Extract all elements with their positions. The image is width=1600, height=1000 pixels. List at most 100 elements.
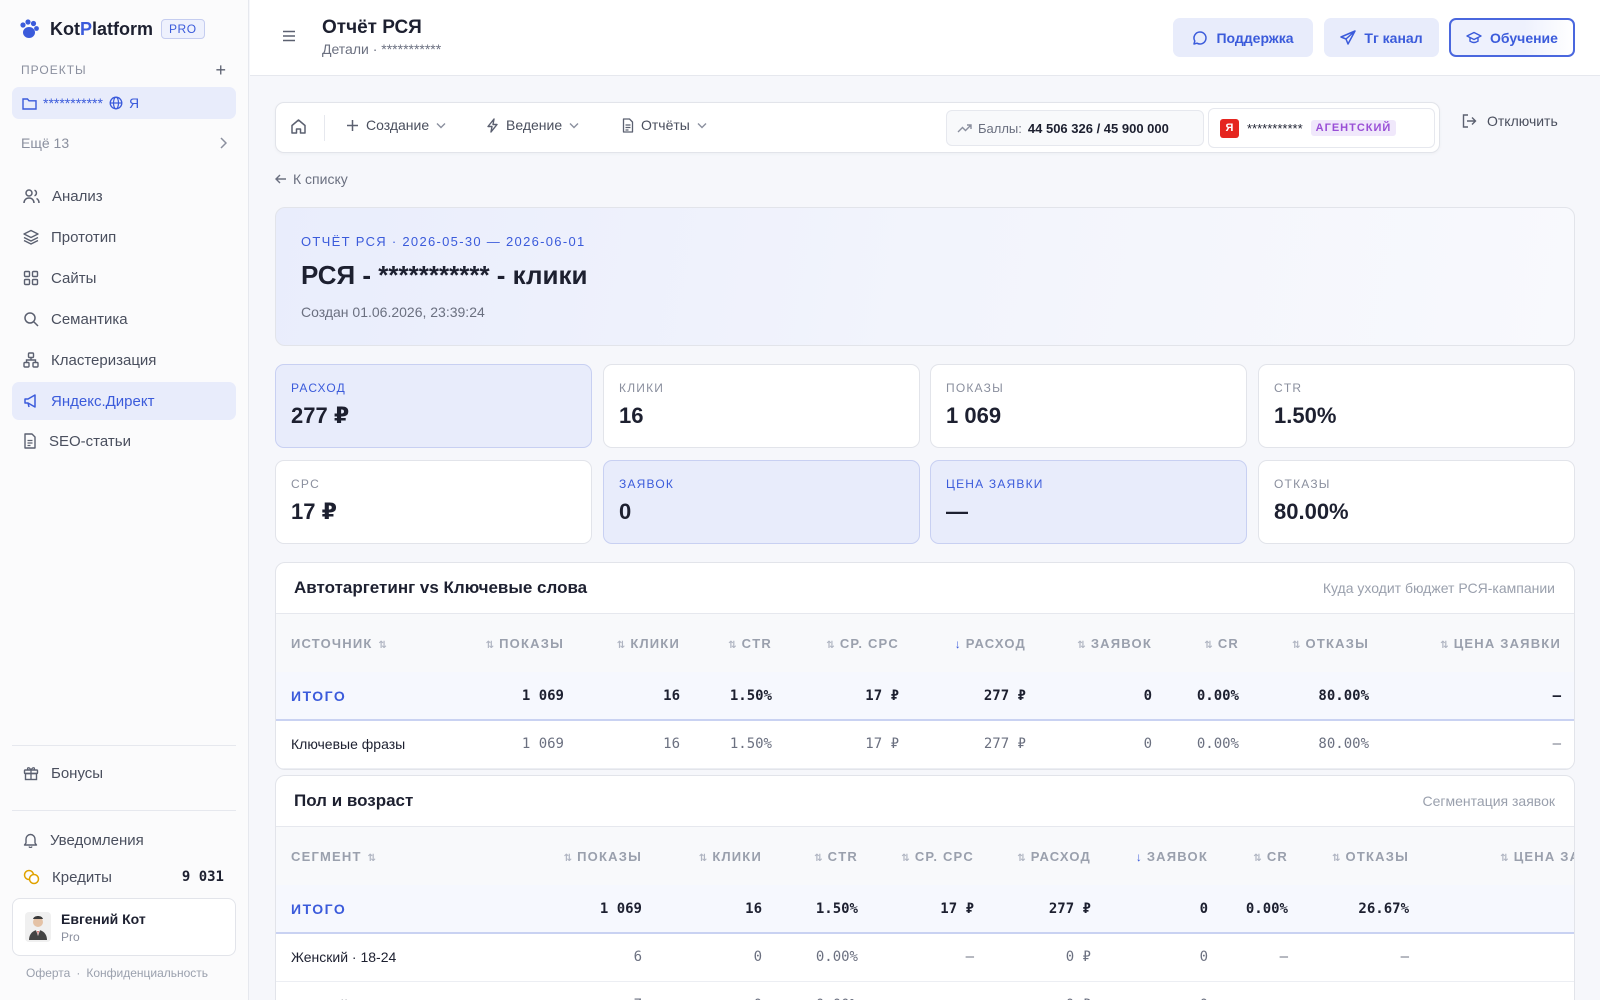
ad-account-selector[interactable]: Я *********** АГЕНТСКИЙ xyxy=(1208,108,1435,148)
column-header[interactable]: ⇅ ПОКАЗЫ xyxy=(451,614,579,672)
column-header[interactable]: ⇅ CTR xyxy=(777,827,873,885)
table-cell: 17 ₽ xyxy=(787,720,914,769)
more-projects[interactable]: Ещё 13 xyxy=(21,131,227,155)
sidebar-item-sites[interactable]: Сайты xyxy=(12,259,236,297)
table-cell: Ключевые фразы xyxy=(276,720,451,769)
menu-icon[interactable] xyxy=(282,30,296,42)
table-cell: 6 xyxy=(521,933,657,982)
learning-button[interactable]: Обучение xyxy=(1449,18,1575,57)
sidebar-item-bonuses[interactable]: Бонусы xyxy=(12,754,236,792)
back-to-list-link[interactable]: К списку xyxy=(275,171,348,187)
balance-indicator: Баллы: 44 506 326 / 45 900 000 xyxy=(946,110,1204,146)
sort-icon: ⇅ xyxy=(1017,852,1026,864)
table-cell: 0.00% xyxy=(1223,885,1303,934)
yandex-logo-icon: Я xyxy=(1220,118,1239,138)
table-cell: 0.00% xyxy=(1167,672,1254,721)
manage-menu[interactable]: Ведение xyxy=(486,117,579,133)
column-header[interactable]: ИСТОЧНИК ⇅ xyxy=(276,614,451,672)
table-cell: 0.00% xyxy=(777,981,873,1000)
sort-icon: ⇅ xyxy=(367,852,377,864)
table-cell: 16 xyxy=(657,885,777,934)
reports-menu[interactable]: Отчёты xyxy=(622,117,707,133)
page-title: Отчёт РСЯ xyxy=(322,17,422,38)
column-header[interactable]: ⇅ ЗАЯВОК xyxy=(1041,614,1167,672)
column-header[interactable]: ⇅ЦЕНА ЗАЯВКИ xyxy=(1424,827,1574,885)
sort-icon: ⇅ xyxy=(1253,852,1262,864)
offer-link[interactable]: Оферта xyxy=(26,966,70,980)
column-header[interactable]: ⇅ ПОКАЗЫ xyxy=(521,827,657,885)
notifications-link[interactable]: Уведомления xyxy=(12,821,236,859)
user-plan: Pro xyxy=(61,929,80,944)
sort-desc-icon: ↓ xyxy=(954,636,961,651)
credits-row[interactable]: Кредиты 9 031 xyxy=(12,858,236,896)
column-header[interactable]: ⇅ РАСХОД xyxy=(989,827,1106,885)
chevron-right-icon xyxy=(219,137,227,149)
page-subtitle: Детали · *********** xyxy=(322,41,442,57)
table-cell: — xyxy=(873,981,989,1000)
plus-icon xyxy=(346,119,359,132)
sort-icon: ⇅ xyxy=(1292,639,1301,651)
column-header[interactable]: ⇅ CR xyxy=(1167,614,1254,672)
card-title: Пол и возраст xyxy=(294,791,414,810)
table-cell: — xyxy=(1384,672,1574,721)
column-header[interactable]: ↓ ЗАЯВОК xyxy=(1106,827,1223,885)
column-header[interactable]: ⇅ ОТКАЗЫ xyxy=(1254,614,1384,672)
table-cell: ИТОГО xyxy=(276,885,521,934)
column-header[interactable]: ⇅ ОТКАЗЫ xyxy=(1303,827,1424,885)
report-period: ОТЧЁТ РСЯ · 2026-05-30 — 2026-06-01 xyxy=(301,234,586,249)
sort-desc-icon: ↓ xyxy=(1135,849,1142,864)
table-cell: 0 xyxy=(1106,885,1223,934)
sidebar-item-semantics[interactable]: Семантика xyxy=(12,300,236,338)
projects-heading: ПРОЕКТЫ + xyxy=(21,59,227,81)
sidebar-item-prototype[interactable]: Прототип xyxy=(12,218,236,256)
arrow-left-icon xyxy=(275,174,287,184)
kpi-ctr: CTR 1.50% xyxy=(1258,364,1575,448)
column-header[interactable]: ⇅ЦЕНА ЗАЯВКИ xyxy=(1384,614,1574,672)
segment-table: СЕГМЕНТ ⇅ ⇅ ПОКАЗЫ ⇅ КЛИКИ ⇅ CTR ⇅ СР. CPC ⇅ РАСХОД… xyxy=(276,827,1574,1000)
credits-value: 9 031 xyxy=(181,869,224,885)
column-header[interactable]: ⇅ CR xyxy=(1223,827,1303,885)
table-cell: 0 xyxy=(1041,720,1167,769)
globe-icon xyxy=(109,96,123,110)
home-icon[interactable] xyxy=(290,118,307,135)
support-button[interactable]: Поддержка xyxy=(1173,18,1313,57)
column-header[interactable]: ⇅ КЛИКИ xyxy=(657,827,777,885)
sort-icon: ⇅ xyxy=(563,852,573,864)
kpi-lead-cost: ЦЕНА ЗАЯВКИ — xyxy=(930,460,1247,544)
add-project-button[interactable]: + xyxy=(215,60,227,81)
column-header[interactable]: ⇅ КЛИКИ xyxy=(579,614,695,672)
sort-icon: ⇅ xyxy=(1204,639,1213,651)
trend-up-icon xyxy=(957,123,972,133)
disconnect-button[interactable]: Отключить xyxy=(1462,113,1558,129)
column-header[interactable]: СЕГМЕНТ ⇅ xyxy=(276,827,521,885)
user-card[interactable]: Евгений Кот Pro xyxy=(12,898,236,956)
sidebar-item-yandex-direct[interactable]: Яндекс.Директ xyxy=(12,382,236,420)
table-cell: 1 069 xyxy=(521,885,657,934)
table-cell: 17 ₽ xyxy=(873,885,989,934)
sort-icon: ⇅ xyxy=(1500,852,1509,864)
sidebar-item-analysis[interactable]: Анализ xyxy=(12,177,236,215)
table-cell: 1.50% xyxy=(777,885,873,934)
column-header[interactable]: ⇅ CTR xyxy=(695,614,787,672)
autotargeting-vs-keywords-card: Автотаргетинг vs Ключевые слова Куда ухо… xyxy=(275,562,1575,770)
table-cell: — xyxy=(1303,981,1424,1000)
report-title: РСЯ - *********** - клики xyxy=(301,260,588,290)
sidebar-item-clustering[interactable]: Кластеризация xyxy=(12,341,236,379)
brand-logo[interactable]: KotPlatform PRO xyxy=(18,17,205,41)
current-project[interactable]: *********** Я xyxy=(12,87,236,119)
project-name: *********** xyxy=(43,95,103,111)
table-cell: 17 ₽ xyxy=(787,672,914,721)
table-cell: Женский · 18-24 xyxy=(276,933,521,982)
document-icon xyxy=(622,117,634,133)
column-header[interactable]: ⇅ СР. CPC xyxy=(787,614,914,672)
column-header[interactable]: ↓ РАСХОД xyxy=(914,614,1041,672)
table-cell: 277 ₽ xyxy=(914,720,1041,769)
sort-icon: ⇅ xyxy=(901,852,910,864)
coins-icon xyxy=(23,869,40,885)
telegram-channel-button[interactable]: Тг канал xyxy=(1324,18,1439,57)
privacy-link[interactable]: Конфиденциальность xyxy=(86,966,208,980)
sidebar-item-seo-articles[interactable]: SEO-статьи xyxy=(12,422,236,460)
column-header[interactable]: ⇅ СР. CPC xyxy=(873,827,989,885)
create-menu[interactable]: Создание xyxy=(346,117,446,133)
top-header: Отчёт РСЯ Детали · *********** Поддержка… xyxy=(250,0,1600,76)
